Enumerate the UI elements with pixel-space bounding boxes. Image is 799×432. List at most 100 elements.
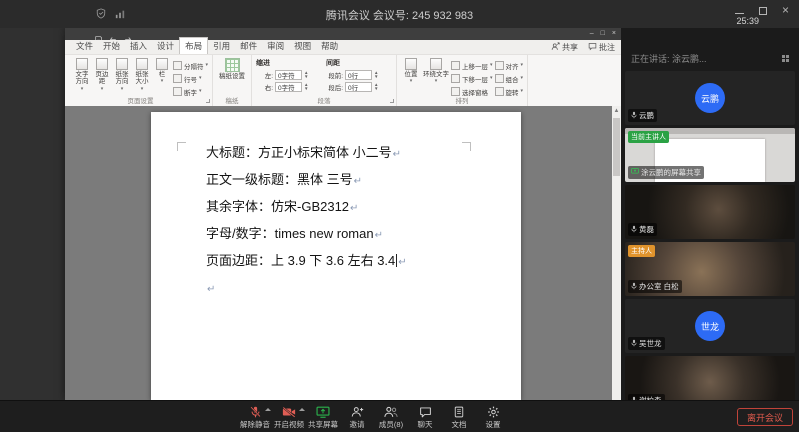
dropdown-caret-icon: ▾ [490,76,493,81]
wrap-text-button[interactable]: 环绕文字 ▾ [423,58,449,97]
start-video-button[interactable]: 开启视频 [272,403,306,430]
grid-paper-setup-button[interactable]: 稿纸设置 [217,58,247,80]
align-button[interactable]: 对齐▾ [495,60,524,71]
video-tile-screen-share[interactable]: 当前主讲人 涂云鹏的屏幕共享 [625,128,795,182]
tab-mailings[interactable]: 邮件 [235,38,262,54]
tab-design[interactable]: 设计 [152,38,179,54]
tab-references[interactable]: 引用 [208,38,235,54]
word-share-button[interactable]: 共享 [551,42,578,53]
margins-button[interactable]: 页边距 ▾ [93,58,111,97]
tab-review[interactable]: 审阅 [262,38,289,54]
word-comment-label: 批注 [599,42,615,53]
spinner-icon[interactable]: ▲▼ [304,83,308,91]
position-button[interactable]: 位置 ▾ [401,58,421,97]
word-restore-icon[interactable]: □ [601,29,605,38]
spinner-icon[interactable]: ▲▼ [304,71,308,79]
toolbar-items: 解除静音 开启视频 共享屏幕 邀请 成员(8) [238,403,510,430]
scrollbar-thumb[interactable] [613,118,620,176]
paragraph-mark-icon: ↵ [375,230,383,241]
word-comment-button[interactable]: 批注 [588,42,615,53]
paragraph-mark-icon: ↵ [398,257,406,268]
spinner-icon[interactable]: ▲▼ [374,83,378,91]
indent-left-input[interactable]: 0字符 [275,70,302,80]
submenu-caret-icon[interactable] [265,408,271,411]
tab-layout[interactable]: 布局 [179,37,208,54]
video-tile[interactable]: 主持人 办公室 白松 [625,242,795,296]
paragraph-mark-icon: ↵ [350,203,358,214]
now-speaking-label: 正在讲话: 涂云鹏... [631,52,707,65]
dialog-launcher-icon[interactable] [390,99,394,103]
spacing-before-input[interactable]: 0行 [345,70,372,80]
word-minimize-icon[interactable]: – [590,29,594,38]
line-numbers-button[interactable]: 行号▾ [173,73,208,84]
chat-button[interactable]: 聊天 [408,403,442,430]
word-ribbon: 文字方向 ▾ 页边距 ▾ 纸张方向 ▾ [65,55,621,106]
dropdown-caret-icon: ▾ [435,79,438,84]
video-tile[interactable]: 黄磊 [625,185,795,239]
tab-insert[interactable]: 插入 [125,38,152,54]
scroll-up-icon[interactable]: ▲ [612,106,621,116]
line-numbers-icon [173,74,182,83]
paragraph-mark-icon: ↵ [207,284,215,295]
send-backward-button[interactable]: 下移一层▾ [451,73,493,84]
share-person-icon [551,42,560,53]
dropdown-caret-icon: ▾ [199,89,202,94]
leave-meeting-button[interactable]: 离开会议 [737,408,793,426]
text-direction-button[interactable]: 文字方向 ▾ [73,58,91,97]
tab-home[interactable]: 开始 [98,38,125,54]
word-share-label: 共享 [562,42,578,53]
video-tile[interactable]: 云鹏 云鹏 [625,71,795,125]
spacing-after-input[interactable]: 0行 [345,82,372,92]
spinner-icon[interactable]: ▲▼ [374,71,378,79]
ribbon-group-page-setup: 文字方向 ▾ 页边距 ▾ 纸张方向 ▾ [69,55,213,106]
word-close-icon[interactable]: × [612,29,616,38]
tencent-meeting-window: 腾讯会议 会议号: 245 932 983 × 25:39 – □ × [0,0,799,432]
tab-help[interactable]: 帮助 [316,38,343,54]
columns-icon [156,58,168,70]
group-label-page-setup: 页面设置 [69,95,212,105]
documents-button[interactable]: 文档 [442,403,476,430]
maximize-button[interactable] [759,7,767,15]
members-button[interactable]: 成员(8) [374,403,408,430]
doc-line-empty: ↵ [206,275,506,302]
minimize-button[interactable] [735,13,744,14]
shared-screen-area: – □ × 文件 开始 插入 设计 布局 引用 邮件 审阅 视图 帮助 [0,28,621,400]
margins-icon [96,58,108,70]
document-page[interactable]: 大标题：方正小标宋简体 小二号↵ 正文一级标题：黑体 三号↵ 其余字体：仿宋-G… [151,112,521,400]
dropdown-caret-icon: ▾ [521,89,524,94]
now-speaking-row: 正在讲话: 涂云鹏... [631,52,789,65]
paper-size-icon [136,58,148,70]
bring-forward-button[interactable]: 上移一层▾ [451,60,493,71]
dialog-launcher-icon[interactable] [206,99,210,103]
video-tile[interactable]: 谢柏森 [625,356,795,400]
presenter-badge: 当前主讲人 [628,131,669,143]
unmute-button[interactable]: 解除静音 [238,403,272,430]
dropdown-caret-icon: ▾ [206,63,209,68]
tab-view[interactable]: 视图 [289,38,316,54]
bring-forward-icon [451,61,460,70]
invite-button[interactable]: 邀请 [340,403,374,430]
layout-grid-icon[interactable] [782,55,789,62]
group-button[interactable]: 组合▾ [495,73,524,84]
dropdown-caret-icon: ▾ [121,87,124,92]
members-icon [384,405,398,419]
orientation-button[interactable]: 纸张方向 ▾ [113,58,131,97]
comment-bubble-icon [588,42,597,53]
submenu-caret-icon[interactable] [299,408,305,411]
close-button[interactable]: × [782,6,789,15]
meeting-duration: 25:39 [736,16,759,26]
tab-file[interactable]: 文件 [71,38,98,54]
indent-right-input[interactable]: 0字符 [275,82,302,92]
dropdown-caret-icon: ▾ [101,87,104,92]
group-label-arrange: 排列 [397,95,527,105]
host-badge: 主持人 [628,245,655,257]
vertical-scrollbar[interactable]: ▲ [612,106,621,400]
settings-button[interactable]: 设置 [476,403,510,430]
video-tile[interactable]: 世龙 吴世龙 [625,299,795,353]
share-screen-button[interactable]: 共享屏幕 [306,403,340,430]
paper-size-button[interactable]: 纸张大小 ▾ [133,58,151,97]
columns-button[interactable]: 栏 ▾ [153,58,171,97]
ribbon-group-arrange: 位置 ▾ 环绕文字 ▾ 上移一层▾ 下移一层▾ 选择窗格 [397,55,528,106]
grid-paper-icon [225,58,240,72]
breaks-button[interactable]: 分隔符▾ [173,60,208,71]
